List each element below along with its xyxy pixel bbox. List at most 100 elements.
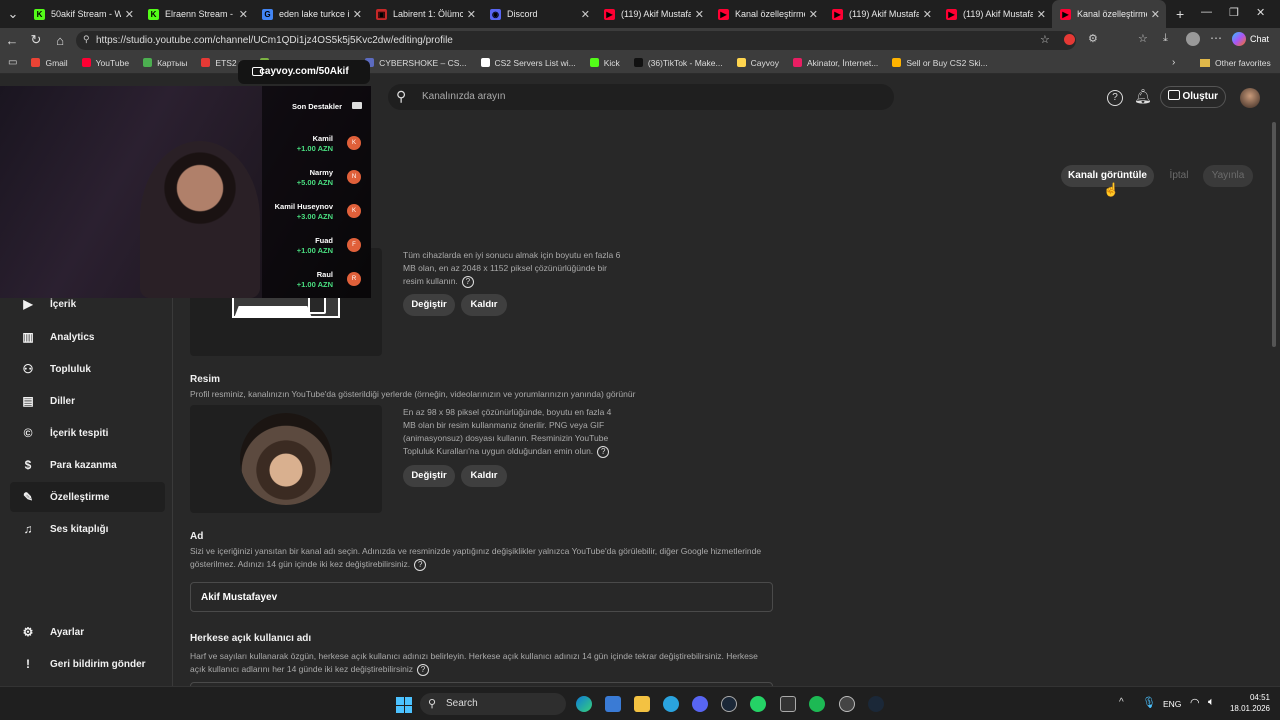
downloads-icon[interactable]: ⤓ xyxy=(1163,32,1168,45)
close-tab-icon[interactable]: ✕ xyxy=(1151,8,1160,21)
bookmark-item[interactable]: Картыы xyxy=(143,58,187,68)
favorite-star-icon[interactable]: ☆ xyxy=(1040,33,1050,46)
browser-tab[interactable]: ▶ (119) Akif Mustafaye ✕ xyxy=(596,0,710,28)
bookmark-item[interactable]: CS2 Servers List wi... xyxy=(480,58,576,68)
sidebar-bottom-item[interactable]: ⚙ Ayarlar xyxy=(10,617,165,647)
wifi-icon[interactable]: ◠ xyxy=(1190,696,1200,709)
browser-tab[interactable]: K Elraenn Stream - Wat ✕ xyxy=(140,0,254,28)
bookmark-label: Akinator, İnternet... xyxy=(806,57,879,68)
bookmark-item[interactable]: (36)TikTok - Make... xyxy=(633,58,723,68)
discord-icon[interactable] xyxy=(692,696,708,712)
close-tab-icon[interactable]: ✕ xyxy=(467,8,476,21)
spotify-icon[interactable] xyxy=(809,696,825,712)
help-icon[interactable]: ? xyxy=(417,663,430,676)
sidebar-item[interactable]: ✎ Özelleştirme xyxy=(10,482,165,512)
close-tab-icon[interactable]: ✕ xyxy=(239,8,248,21)
banner-change-button[interactable]: Değiştir xyxy=(403,294,455,316)
channel-name-input[interactable]: Akif Mustafayev xyxy=(190,582,773,612)
new-tab-button[interactable]: + xyxy=(1176,6,1184,22)
bookmark-item[interactable]: CYBERSHOKE – CS... xyxy=(365,58,467,68)
bookmark-item[interactable]: Akinator, İnternet... xyxy=(792,57,879,68)
url-field[interactable]: https://studio.youtube.com/channel/UCm1Q… xyxy=(76,31,1076,50)
bookmarks-folder-icon[interactable]: ▭ xyxy=(8,57,17,68)
explorer-icon[interactable] xyxy=(634,696,650,712)
sidebar-item[interactable]: © İçerik tespiti xyxy=(10,418,165,448)
sidebar-item[interactable]: ▥ Analytics xyxy=(10,322,165,352)
close-tab-icon[interactable]: ✕ xyxy=(809,8,818,21)
edge-icon[interactable] xyxy=(576,696,592,712)
extension-icon[interactable] xyxy=(1064,34,1075,45)
picture-change-button[interactable]: Değiştir xyxy=(403,465,455,487)
bookmark-item[interactable]: Sell or Buy CS2 Ski... xyxy=(892,58,988,68)
bookmark-item[interactable]: YouTube xyxy=(81,58,129,68)
close-tab-icon[interactable]: ✕ xyxy=(695,8,704,21)
help-icon[interactable]: ? xyxy=(597,445,610,458)
refresh-icon[interactable]: ↻ xyxy=(24,32,48,48)
sidebar-item[interactable]: $ Para kazanma xyxy=(10,450,165,480)
close-tab-icon[interactable]: ✕ xyxy=(923,8,932,21)
minimize-icon[interactable]: — xyxy=(1201,6,1212,18)
browser-tab[interactable]: K 50akif Stream - Watc ✕ xyxy=(26,0,140,28)
sidebar-item[interactable]: ⚇ Topluluk xyxy=(10,354,165,384)
bookmark-item[interactable]: Cayvoy xyxy=(736,58,779,68)
page-scrollbar[interactable] xyxy=(1272,122,1276,347)
bookmark-item[interactable]: Gmail xyxy=(31,58,68,68)
taskbar-search[interactable]: Search xyxy=(420,693,566,715)
menu-icon[interactable]: ⋯ xyxy=(1210,31,1222,45)
browser-tab[interactable]: ◉ Discord ✕ xyxy=(482,0,596,28)
channel-search-input[interactable]: Kanalınızda arayın xyxy=(388,84,894,110)
tab-favicon-icon: ▶ xyxy=(604,8,615,20)
extensions-puzzle-icon[interactable]: ⚙ xyxy=(1088,32,1098,45)
microphone-icon[interactable]: 🎙︎ xyxy=(1142,696,1156,709)
donation-amount: +1.00 AZN xyxy=(296,280,333,289)
tab-list-icon[interactable]: ⌄ xyxy=(0,6,26,22)
favorites-icon[interactable]: ☆ xyxy=(1138,32,1148,45)
whatsapp-icon[interactable] xyxy=(750,696,766,712)
help-icon[interactable]: ? xyxy=(414,558,427,571)
browser-tab[interactable]: Geden lake turkce izle ✕ xyxy=(254,0,368,28)
browser-tab[interactable]: ▶ Kanal özelleştirme - ✕ xyxy=(1052,0,1166,28)
store-icon[interactable] xyxy=(605,696,621,712)
windows-start-icon[interactable] xyxy=(396,697,412,713)
back-icon[interactable]: ← xyxy=(0,33,24,48)
sidebar-item[interactable]: ▤ Diller xyxy=(10,386,165,416)
volume-icon[interactable]: 🔈︎ xyxy=(1208,696,1215,709)
publish-button[interactable]: Yayınla xyxy=(1203,165,1253,187)
donation-entry: Raul +1.00 AZN xyxy=(297,270,333,290)
banner-remove-button[interactable]: Kaldır xyxy=(461,294,507,316)
profile-icon[interactable] xyxy=(1186,32,1200,46)
help-icon[interactable]: ? xyxy=(1107,90,1123,106)
tray-overflow-icon[interactable]: ^ xyxy=(1119,697,1124,708)
close-tab-icon[interactable]: ✕ xyxy=(1037,8,1046,21)
close-tab-icon[interactable]: ✕ xyxy=(581,8,590,21)
sidebar-item[interactable]: ♫ Ses kitaplığı xyxy=(10,514,165,544)
bookmarks-overflow-icon[interactable]: › xyxy=(1172,57,1175,68)
steam-icon[interactable] xyxy=(721,696,737,712)
steam-app-icon[interactable] xyxy=(868,696,884,712)
banner-description: Tüm cihazlarda en iyi sonucu almak için … xyxy=(403,250,621,288)
language-indicator[interactable]: ENG xyxy=(1163,699,1181,709)
account-avatar[interactable] xyxy=(1240,88,1260,108)
close-tab-icon[interactable]: ✕ xyxy=(125,8,134,21)
telegram-icon[interactable] xyxy=(663,696,679,712)
close-window-icon[interactable]: ✕ xyxy=(1256,6,1265,19)
obs-icon[interactable] xyxy=(839,696,855,712)
browser-tab[interactable]: ▶ (119) Akif Mustafaye ✕ xyxy=(824,0,938,28)
epic-games-icon[interactable] xyxy=(780,696,796,712)
sidebar-item-label: Para kazanma xyxy=(50,459,117,471)
clock[interactable]: 04:51 18.01.2026 xyxy=(1225,692,1270,714)
browser-tab[interactable]: ▶ (119) Akif Mustafaye ✕ xyxy=(938,0,1052,28)
home-icon[interactable]: ⌂ xyxy=(48,33,72,48)
picture-remove-button[interactable]: Kaldır xyxy=(461,465,507,487)
cancel-button[interactable]: İptal xyxy=(1160,165,1198,187)
notifications-bell-icon[interactable]: 🔔︎ xyxy=(1134,88,1152,105)
restore-icon[interactable]: ❐ xyxy=(1229,6,1239,19)
sidebar-bottom-item[interactable]: ! Geri bildirim gönder xyxy=(10,649,165,679)
browser-tab[interactable]: ▣ Labirent 1: Ölümcül ✕ xyxy=(368,0,482,28)
bookmark-item[interactable]: Kick xyxy=(589,58,620,68)
close-tab-icon[interactable]: ✕ xyxy=(353,8,362,21)
browser-tab[interactable]: ▶ Kanal özelleştirme - ✕ xyxy=(710,0,824,28)
help-icon[interactable]: ? xyxy=(461,275,474,288)
other-favorites[interactable]: Other favorites xyxy=(1200,58,1271,68)
copilot-chat-button[interactable]: Chat xyxy=(1232,32,1269,46)
